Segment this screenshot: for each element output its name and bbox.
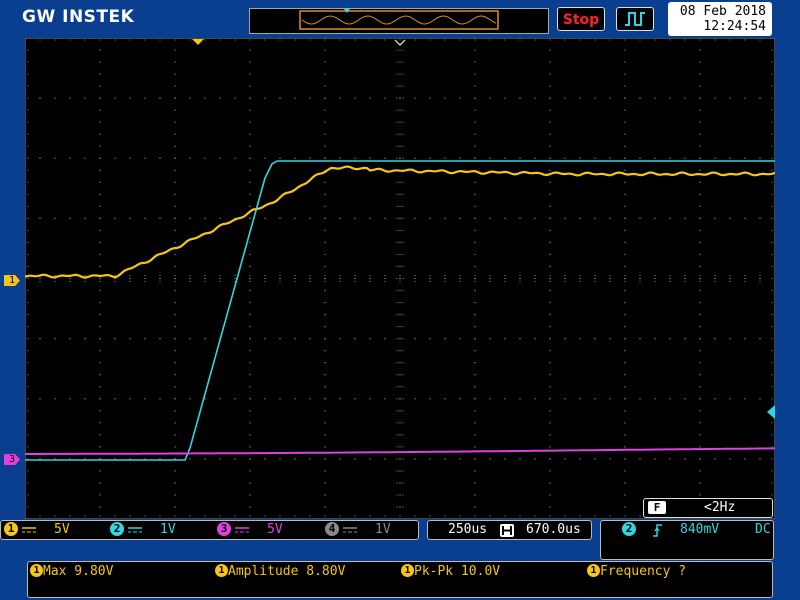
dc-coupling-icon <box>235 526 249 532</box>
dc-coupling-icon <box>128 526 142 532</box>
filter-indicator[interactable]: F <2Hz <box>643 498 773 518</box>
filter-icon: F <box>648 501 666 514</box>
date-time-display: 08 Feb 2018 12:24:54 <box>668 2 772 36</box>
dc-coupling-icon <box>22 526 36 532</box>
ch3-scale: 5V <box>267 522 283 537</box>
ch2-scale: 1V <box>160 522 176 537</box>
timebase-panel[interactable]: 250us 670.0us <box>427 520 592 540</box>
trigger-level-marker-icon[interactable] <box>765 405 777 419</box>
measurement-frequency[interactable]: 1 Frequency ? <box>587 563 686 581</box>
ch2-badge: 2 <box>110 521 124 536</box>
horizontal-position-icon <box>500 524 514 537</box>
filter-value: <2Hz <box>704 500 736 515</box>
rising-edge-icon <box>653 524 662 537</box>
ch1-badge: 1 <box>4 521 18 536</box>
timebase-position: 670.0us <box>526 522 581 537</box>
ch4-scale: 1V <box>375 522 391 537</box>
brand-logo: GW INSTEK <box>22 7 135 27</box>
measurement-pkpk[interactable]: 1 Pk-Pk 10.0V <box>401 563 500 581</box>
ch1-measure-badge: 1 <box>587 564 600 577</box>
ch1-measure-badge: 1 <box>30 564 43 577</box>
dc-coupling-icon <box>343 526 357 532</box>
ch1-status[interactable]: 1 5V <box>4 521 70 539</box>
ch3-ground-marker[interactable]: 3 <box>4 454 20 465</box>
measurement-amplitude[interactable]: 1 Amplitude 8.80V <box>215 563 345 581</box>
ch4-badge: 4 <box>325 521 339 536</box>
waveform-display[interactable] <box>24 37 776 520</box>
ch1-scale: 5V <box>54 522 70 537</box>
trigger-coupling: DC <box>755 522 771 537</box>
ch4-status[interactable]: 4 1V <box>325 521 391 539</box>
ch1-ground-marker[interactable]: 1 <box>4 275 20 286</box>
trigger-position-marker-icon <box>192 39 204 45</box>
timebase-scale: 250us <box>448 522 488 537</box>
trigger-source-badge: 2 <box>622 521 636 536</box>
center-marker-icon <box>394 39 406 47</box>
scope-grid <box>24 37 776 520</box>
overview-waveform-icon <box>299 9 499 30</box>
run-stop-button[interactable]: Stop <box>557 7 605 31</box>
ch3-status[interactable]: 3 5V <box>217 521 283 539</box>
trigger-panel[interactable]: 2 840mV DC <box>600 520 774 560</box>
ch2-status[interactable]: 2 1V <box>110 521 176 539</box>
ch1-measure-badge: 1 <box>401 564 414 577</box>
date-text: 08 Feb 2018 <box>679 4 766 19</box>
channel-status-bar: 1 5V 2 1V 3 5V 4 1V <box>0 520 419 540</box>
waveform-overview[interactable] <box>249 8 549 34</box>
ch1-measure-badge: 1 <box>215 564 228 577</box>
trigger-status-button[interactable] <box>616 7 654 31</box>
ch3-badge: 3 <box>217 521 231 536</box>
square-wave-icon <box>625 12 645 26</box>
measurement-panel: 1 Max 9.80V 1 Amplitude 8.80V 1 Pk-Pk 10.0V… <box>27 561 773 598</box>
measurement-max[interactable]: 1 Max 9.80V <box>30 563 113 581</box>
trigger-level: 840mV <box>680 522 720 537</box>
time-text: 12:24:54 <box>703 19 766 34</box>
